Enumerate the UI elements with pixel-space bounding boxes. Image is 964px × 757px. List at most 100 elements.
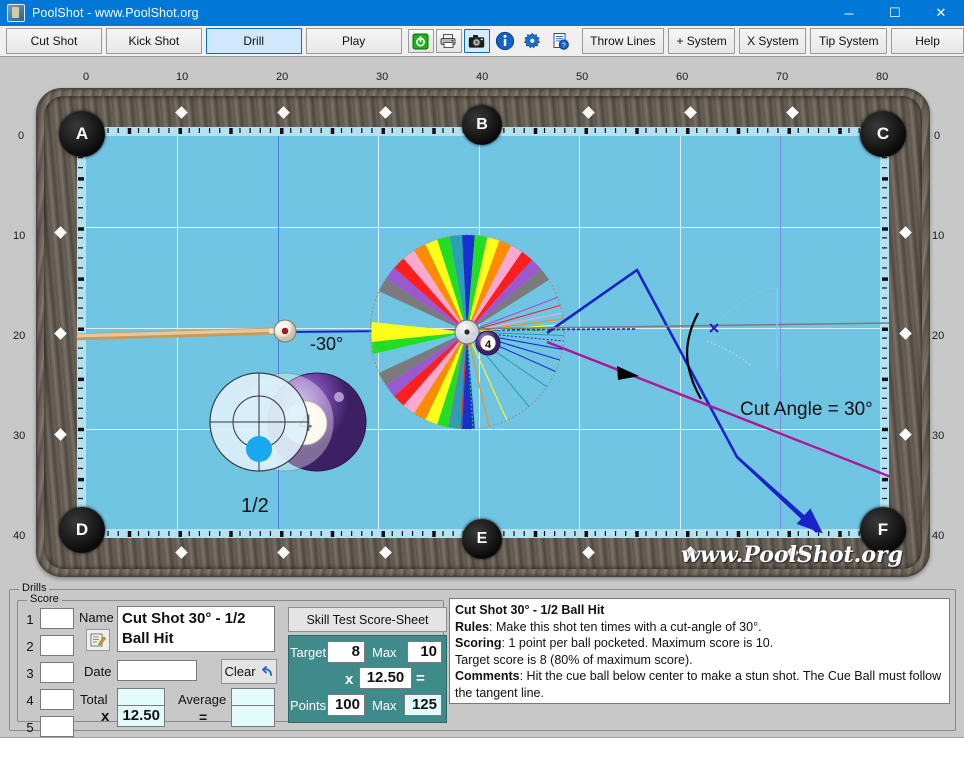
- score-input-1[interactable]: [40, 608, 74, 629]
- button-plus-system[interactable]: + System: [668, 28, 736, 54]
- comments-label: Comments: [455, 669, 520, 683]
- aim-fraction-diagram: 4: [209, 372, 367, 472]
- ruler-top-20: 20: [276, 71, 289, 83]
- description-comments: Comments: Hit the cue ball below center …: [455, 668, 944, 701]
- rules-text: : Make this shot ten times with a cut-an…: [489, 619, 762, 634]
- pocket-b[interactable]: B: [462, 105, 502, 145]
- scoresheet-equals-label: =: [416, 670, 425, 687]
- target-max-value: 10: [407, 641, 442, 663]
- scoresheet-multiplier: 12.50: [359, 667, 412, 689]
- gear-icon[interactable]: [520, 29, 546, 53]
- table-felt[interactable]: 4 -30° 1/2 Cut Angle = 30°: [77, 127, 889, 538]
- ruler-top-30: 30: [376, 71, 389, 83]
- button-tip-system[interactable]: Tip System: [810, 28, 888, 54]
- score-row-number: 1: [26, 612, 34, 627]
- score-group-label: Score: [27, 593, 62, 605]
- ghost-ball: [454, 319, 480, 345]
- score-input-5[interactable]: [40, 716, 74, 737]
- close-button[interactable]: ✕: [918, 0, 964, 26]
- score-input-2[interactable]: [40, 635, 74, 656]
- score-row-number: 4: [26, 693, 34, 708]
- ruler-right-30: 30: [932, 430, 945, 442]
- tab-drill[interactable]: Drill: [205, 28, 302, 54]
- ruler-top-40: 40: [476, 71, 489, 83]
- ruler-left-0: 0: [18, 130, 25, 142]
- minimize-button[interactable]: ─: [826, 0, 872, 26]
- clear-label: Clear: [224, 664, 256, 679]
- description-scoring: Scoring: 1 point per ball pocketed. Maxi…: [455, 635, 944, 652]
- drill-name-field[interactable]: Cut Shot 30° - 1/2 Ball Hit: [117, 606, 275, 652]
- ruler-left-20: 20: [13, 330, 26, 342]
- table-canvas[interactable]: 0 10 20 30 40 50 60 70 80 0 10 20 30 40 …: [0, 57, 964, 582]
- result-field[interactable]: [231, 705, 275, 727]
- name-label: Name: [79, 610, 114, 625]
- tab-cut-shot[interactable]: Cut Shot: [6, 28, 102, 54]
- multiply-label: x: [101, 708, 110, 725]
- title-bar: PoolShot - www.PoolShot.org ─ ☐ ✕: [0, 0, 964, 26]
- ruler-right-0: 0: [934, 130, 941, 142]
- printer-icon[interactable]: [435, 29, 462, 53]
- pocket-d[interactable]: D: [59, 507, 105, 553]
- pocket-e[interactable]: E: [462, 519, 502, 559]
- comments-text: : Hit the cue ball below center to make …: [455, 669, 942, 700]
- info-icon[interactable]: [492, 29, 518, 53]
- target-value[interactable]: 8: [327, 641, 365, 663]
- tab-play[interactable]: Play: [305, 28, 402, 54]
- multiplier-field[interactable]: 12.50: [117, 705, 165, 727]
- ruler-right-40: 40: [932, 530, 945, 542]
- camera-icon[interactable]: [463, 29, 490, 53]
- ruler-left-40: 40: [13, 530, 26, 542]
- hit-fraction-label: 1/2: [241, 495, 269, 517]
- equals-label: =: [199, 709, 208, 725]
- target-max-label: Max: [372, 645, 397, 660]
- ruler-top-60: 60: [676, 71, 689, 83]
- undo-arrow-icon: [261, 666, 272, 676]
- toolbar: Cut Shot Kick Shot Drill Play ? Throw Li…: [0, 26, 964, 57]
- description-target: Target score is 8 (80% of maximum score)…: [455, 652, 693, 667]
- skill-test-score-sheet-button[interactable]: Skill Test Score-Sheet: [288, 607, 447, 632]
- date-field[interactable]: [117, 660, 197, 681]
- rules-label: Rules: [455, 619, 490, 634]
- bottom-panel: Drills Score 1 2 3 4 5 Name Cut Shot 30°…: [0, 582, 964, 756]
- button-throw-lines[interactable]: Throw Lines: [581, 28, 665, 54]
- note-edit-icon[interactable]: [86, 629, 110, 651]
- ruler-left-10: 10: [13, 230, 26, 242]
- application-window: PoolShot - www.PoolShot.org ─ ☐ ✕ Cut Sh…: [0, 0, 964, 757]
- ruler-right-10: 10: [932, 230, 945, 242]
- clear-button[interactable]: Clear: [221, 659, 277, 684]
- ruler-top-70: 70: [776, 71, 789, 83]
- pool-table[interactable]: 4 -30° 1/2 Cut Angle = 30° A B C D E F w…: [36, 88, 930, 577]
- date-label: Date: [84, 664, 112, 679]
- window-title: PoolShot - www.PoolShot.org: [32, 6, 199, 20]
- ruler-left-30: 30: [13, 430, 26, 442]
- pocket-c[interactable]: C: [860, 111, 906, 157]
- aim-angle-label: -30°: [310, 334, 344, 354]
- score-input-3[interactable]: [40, 662, 74, 683]
- object-ball-4: 4: [475, 330, 501, 356]
- score-row-number: 2: [26, 639, 34, 654]
- button-help[interactable]: Help: [891, 28, 964, 54]
- score-row-number: 5: [26, 720, 34, 735]
- ruler-top-0: 0: [83, 71, 90, 83]
- score-row-number: 3: [26, 666, 34, 681]
- power-icon[interactable]: [407, 29, 434, 53]
- cut-angle-label: Cut Angle = 30°: [740, 399, 873, 420]
- ruler-top-10: 10: [176, 71, 189, 83]
- help-document-icon[interactable]: ?: [548, 29, 574, 53]
- toolbar-icon-group: ?: [407, 29, 574, 53]
- ruler-right-20: 20: [932, 330, 945, 342]
- scoring-text: : 1 point per ball pocketed. Maximum sco…: [501, 636, 774, 650]
- scoresheet-multiply-label: x: [345, 671, 354, 688]
- description-rules: Rules: Make this shot ten times with a c…: [455, 619, 944, 636]
- maximize-button[interactable]: ☐: [872, 0, 918, 26]
- pocket-a[interactable]: A: [59, 111, 105, 157]
- points-max-label: Max: [372, 698, 397, 713]
- tab-kick-shot[interactable]: Kick Shot: [105, 28, 202, 54]
- score-input-4[interactable]: [40, 689, 74, 710]
- points-value: 100: [327, 694, 365, 716]
- target-label: Target: [290, 645, 327, 660]
- svg-text:?: ?: [562, 42, 566, 49]
- scoring-label: Scoring: [455, 636, 502, 650]
- watermark: www.PoolShot.org: [681, 542, 903, 568]
- button-x-system[interactable]: X System: [739, 28, 807, 54]
